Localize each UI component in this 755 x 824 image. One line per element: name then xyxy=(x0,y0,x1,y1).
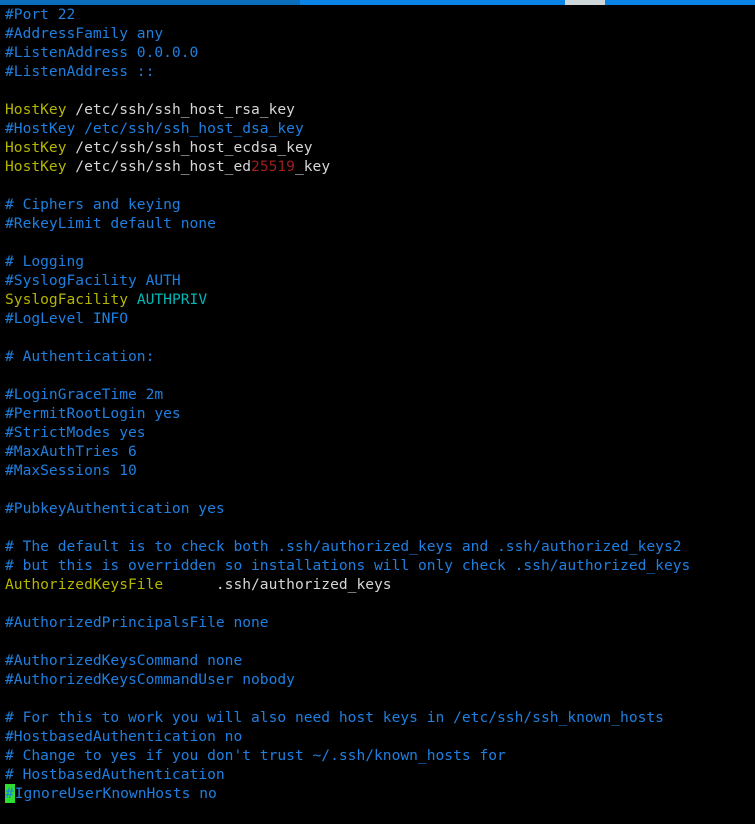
editor-line[interactable] xyxy=(0,518,755,537)
code-span: # Authentication: xyxy=(5,348,155,365)
code-span: 25519 xyxy=(251,158,295,175)
code-span: #HostKey /etc/ssh/ssh_host_dsa_key xyxy=(5,120,304,137)
editor-line[interactable] xyxy=(0,632,755,651)
code-span: #AuthorizedPrincipalsFile none xyxy=(5,614,269,631)
editor-line[interactable]: # but this is overridden so installation… xyxy=(0,556,755,575)
code-span: /etc/ssh/ssh_host_rsa_key xyxy=(66,101,295,118)
editor-line[interactable]: # Ciphers and keying xyxy=(0,195,755,214)
editor-line[interactable]: # HostbasedAuthentication xyxy=(0,765,755,784)
editor-line[interactable]: #PubkeyAuthentication yes xyxy=(0,499,755,518)
editor-text-buffer[interactable]: #Port 22 #AddressFamily any #ListenAddress… xyxy=(0,5,755,805)
code-span: #RekeyLimit default none xyxy=(5,215,216,232)
editor-line[interactable]: # Change to yes if you don't trust ~/.ss… xyxy=(0,746,755,765)
code-span: #AuthorizedKeysCommandUser nobody xyxy=(5,671,295,688)
vim-status-line: 58,1 16% xyxy=(0,805,755,824)
editor-line[interactable]: #MaxAuthTries 6 xyxy=(0,442,755,461)
code-span: #ListenAddress :: xyxy=(5,63,155,80)
editor-line[interactable]: #LoginGraceTime 2m xyxy=(0,385,755,404)
code-span: #MaxAuthTries 6 xyxy=(5,443,137,460)
editor-line[interactable]: HostKey /etc/ssh/ssh_host_ecdsa_key xyxy=(0,138,755,157)
code-span: .ssh/authorized_keys xyxy=(163,576,392,593)
code-span xyxy=(128,291,137,308)
editor-line[interactable] xyxy=(0,328,755,347)
code-span: #PubkeyAuthentication yes xyxy=(5,500,225,517)
editor-line[interactable]: #ListenAddress 0.0.0.0 xyxy=(0,43,755,62)
editor-line[interactable]: #HostbasedAuthentication no xyxy=(0,727,755,746)
code-span: # Change to yes if you don't trust ~/.ss… xyxy=(5,747,506,764)
editor-line[interactable]: # Logging xyxy=(0,252,755,271)
code-span: SyslogFacility xyxy=(5,291,129,308)
code-span: HostKey xyxy=(5,101,67,118)
editor-line[interactable] xyxy=(0,480,755,499)
code-span: HostKey xyxy=(5,158,67,175)
editor-line[interactable]: #HostKey /etc/ssh/ssh_host_dsa_key xyxy=(0,119,755,138)
code-span: HostKey xyxy=(5,139,67,156)
editor-line[interactable]: #MaxSessions 10 xyxy=(0,461,755,480)
editor-line[interactable]: #AddressFamily any xyxy=(0,24,755,43)
code-span: #PermitRootLogin yes xyxy=(5,405,181,422)
editor-line[interactable]: SyslogFacility AUTHPRIV xyxy=(0,290,755,309)
code-span: #ListenAddress 0.0.0.0 xyxy=(5,44,199,61)
code-span: #Port 22 xyxy=(5,6,76,23)
code-span: #SyslogFacility AUTH xyxy=(5,272,181,289)
editor-line[interactable]: #ListenAddress :: xyxy=(0,62,755,81)
code-span: #HostbasedAuthentication no xyxy=(5,728,243,745)
editor-line[interactable]: #IgnoreUserKnownHosts no xyxy=(0,784,755,803)
editor-line[interactable]: #SyslogFacility AUTH xyxy=(0,271,755,290)
editor-line[interactable]: HostKey /etc/ssh/ssh_host_ed25519_key xyxy=(0,157,755,176)
code-span: # Logging xyxy=(5,253,85,270)
editor-line[interactable]: AuthorizedKeysFile .ssh/authorized_keys xyxy=(0,575,755,594)
code-span: # HostbasedAuthentication xyxy=(5,766,225,783)
editor-line[interactable]: #AuthorizedKeysCommandUser nobody xyxy=(0,670,755,689)
editor-line[interactable] xyxy=(0,233,755,252)
code-span: #StrictModes yes xyxy=(5,424,146,441)
editor-line[interactable]: #PermitRootLogin yes xyxy=(0,404,755,423)
editor-line[interactable]: #Port 22 xyxy=(0,5,755,24)
code-span: #AuthorizedKeysCommand none xyxy=(5,652,243,669)
code-span: AUTHPRIV xyxy=(136,291,208,308)
editor-line[interactable]: #LogLevel INFO xyxy=(0,309,755,328)
code-span: /etc/ssh/ssh_host_ecdsa_key xyxy=(66,139,313,156)
editor-line[interactable] xyxy=(0,594,755,613)
code-span: # but this is overridden so installation… xyxy=(5,557,691,574)
editor-line[interactable]: #StrictModes yes xyxy=(0,423,755,442)
editor-line[interactable]: # The default is to check both .ssh/auth… xyxy=(0,537,755,556)
editor-line[interactable]: # Authentication: xyxy=(0,347,755,366)
code-span: _key xyxy=(294,158,331,175)
editor-line[interactable]: # For this to work you will also need ho… xyxy=(0,708,755,727)
code-span: # The default is to check both .ssh/auth… xyxy=(5,538,682,555)
code-span: /etc/ssh/ssh_host_ed xyxy=(66,158,252,175)
editor-line[interactable]: #AuthorizedPrincipalsFile none xyxy=(0,613,755,632)
editor-line[interactable] xyxy=(0,689,755,708)
editor-line[interactable]: #RekeyLimit default none xyxy=(0,214,755,233)
code-span: IgnoreUserKnownHosts no xyxy=(14,785,217,802)
editor-line[interactable]: #AuthorizedKeysCommand none xyxy=(0,651,755,670)
editor-line[interactable]: HostKey /etc/ssh/ssh_host_rsa_key xyxy=(0,100,755,119)
code-span: #LogLevel INFO xyxy=(5,310,129,327)
editor-line[interactable] xyxy=(0,81,755,100)
editor-line[interactable] xyxy=(0,176,755,195)
code-span: #MaxSessions 10 xyxy=(5,462,137,479)
block-cursor: # xyxy=(5,784,15,803)
code-span: # Ciphers and keying xyxy=(5,196,181,213)
code-span: AuthorizedKeysFile xyxy=(5,576,164,593)
code-span: #LoginGraceTime 2m xyxy=(5,386,164,403)
editor-line[interactable] xyxy=(0,366,755,385)
code-span: #AddressFamily any xyxy=(5,25,164,42)
terminal-window: #Port 22 #AddressFamily any #ListenAddress… xyxy=(0,0,755,824)
code-span: # For this to work you will also need ho… xyxy=(5,709,664,726)
